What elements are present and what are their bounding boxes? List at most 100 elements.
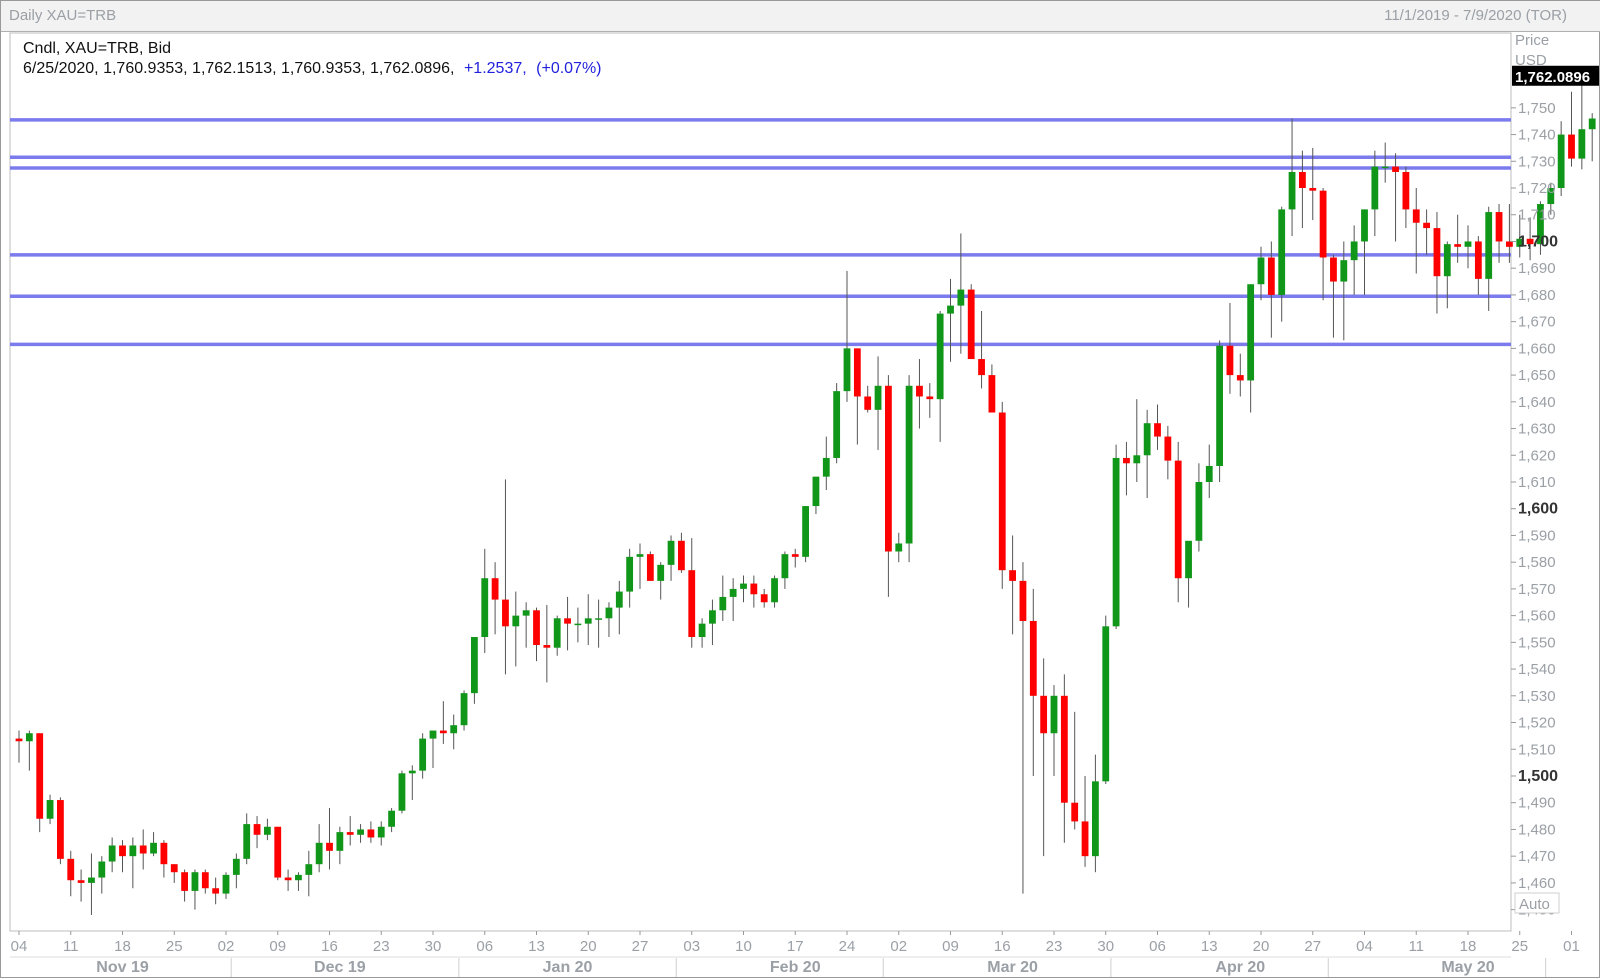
- candle-body-up: [1133, 455, 1141, 464]
- candle-body-up: [522, 610, 530, 616]
- candle-body-down: [1081, 821, 1089, 857]
- candle-body-up: [108, 845, 116, 862]
- axis-header-price: Price: [1515, 32, 1549, 49]
- candle-body-up: [1216, 345, 1223, 466]
- candle-body-up: [88, 877, 95, 883]
- candle: [905, 375, 913, 563]
- y-tick-label: 1,600: [1518, 501, 1558, 518]
- candle: [57, 797, 64, 865]
- candle-body-up: [584, 618, 592, 624]
- x-day-label: 09: [942, 938, 959, 955]
- candle-body-down: [284, 877, 292, 881]
- candle-body-down: [491, 578, 499, 600]
- candle-body-up: [833, 391, 841, 458]
- x-day-label: 25: [1511, 938, 1528, 955]
- x-month-label: Mar 20: [987, 959, 1038, 976]
- candle-body-up: [295, 874, 302, 881]
- auto-scale-button[interactable]: Auto: [1514, 892, 1560, 914]
- y-tick-label: 1,750: [1518, 100, 1556, 117]
- x-day-label: 23: [373, 938, 390, 955]
- candle-body-up: [1371, 166, 1379, 210]
- y-tick-label: 1,670: [1518, 314, 1556, 331]
- candle-body-down: [1412, 209, 1420, 223]
- candle-body-up: [1588, 118, 1596, 130]
- candle-body-down: [367, 829, 375, 838]
- candle-body-up: [1278, 209, 1286, 295]
- candle-body-down: [1299, 171, 1306, 189]
- candle-body-up: [1340, 260, 1348, 282]
- candle-body-up: [408, 770, 416, 774]
- candle: [398, 770, 406, 814]
- candle-body-up: [1350, 241, 1358, 261]
- candle-body-up: [450, 725, 458, 734]
- last-price-tag: 1,762.0896: [1512, 65, 1599, 86]
- candle-body-down: [1433, 228, 1441, 277]
- chart-window: Daily XAU=TRB 11/1/2019 - 7/9/2020 (TOR)…: [0, 0, 1600, 978]
- candle-body-up: [740, 583, 747, 589]
- candle-body-down: [646, 554, 654, 581]
- x-day-label: 18: [114, 938, 131, 955]
- candle: [1578, 73, 1586, 170]
- candle-body-down: [119, 845, 126, 857]
- candle-body-down: [1454, 244, 1462, 247]
- candle-body-up: [129, 845, 137, 857]
- candle-body-up: [947, 305, 954, 314]
- candle-body-up: [719, 596, 727, 611]
- candle-body-up: [1443, 244, 1451, 277]
- candle-body-up: [698, 623, 706, 638]
- x-month-label: Nov 19: [96, 959, 149, 976]
- y-tick-label: 1,680: [1518, 287, 1556, 304]
- candle-body-up: [1185, 540, 1192, 579]
- y-tick-label: 1,510: [1518, 741, 1556, 758]
- x-day-label: 24: [839, 938, 856, 955]
- candle-body-up: [357, 829, 364, 835]
- candle-body-down: [750, 583, 758, 595]
- candle-body-down: [678, 540, 685, 571]
- x-day-label: 16: [994, 938, 1011, 955]
- candle-body-up: [1464, 241, 1472, 247]
- last-price-label: 1,762.0896: [1515, 69, 1590, 86]
- candle: [1174, 441, 1182, 603]
- candle: [833, 383, 841, 464]
- candle-body-down: [1236, 375, 1244, 381]
- x-day-label: 13: [1201, 938, 1218, 955]
- time-axis: 04 11 18 25 02 09 16 23 30 06 13 20 27 03 10 17 24 02 09 16…: [10, 931, 1580, 977]
- candle-body-down: [1174, 460, 1182, 579]
- candle-body-up: [481, 578, 489, 638]
- candle-body-down: [201, 872, 209, 889]
- x-day-label: 30: [425, 938, 442, 955]
- candle: [1568, 91, 1575, 167]
- candle-body-down: [1123, 457, 1130, 464]
- x-month-label: Dec 19: [314, 959, 366, 976]
- candle-body-down: [885, 385, 892, 552]
- candle-body-down: [1154, 423, 1161, 437]
- title-bar: Daily XAU=TRB 11/1/2019 - 7/9/2020 (TOR): [1, 1, 1600, 32]
- candle-body-down: [181, 872, 188, 891]
- candle-body-up: [191, 872, 199, 891]
- candlestick-chart[interactable]: 1,4501,4601,4701,4801,4901,5001,5101,520…: [1, 31, 1599, 977]
- candle-body-up: [895, 543, 903, 552]
- candle-body-down: [1330, 257, 1337, 282]
- x-day-label: 23: [1046, 938, 1063, 955]
- candle-body-down: [502, 599, 509, 627]
- candle-body-up: [1485, 212, 1493, 279]
- candle-body-up: [636, 554, 644, 557]
- candle-body-down: [439, 730, 447, 734]
- x-day-label: 27: [1304, 938, 1321, 955]
- y-tick-label: 1,490: [1518, 795, 1556, 812]
- candle-body-up: [1557, 134, 1565, 189]
- candle-body-up: [222, 874, 230, 894]
- candle-body-up: [1247, 284, 1255, 381]
- candle-body-down: [1568, 134, 1575, 159]
- candle-body-up: [336, 832, 344, 851]
- candle-body-up: [574, 623, 582, 626]
- x-day-label: 09: [269, 938, 286, 955]
- x-day-label: 11: [1408, 938, 1424, 955]
- candle-body-up: [615, 591, 623, 608]
- candle-body-up: [46, 800, 54, 819]
- auto-scale-label[interactable]: Auto: [1519, 896, 1550, 913]
- candle-body-down: [1040, 695, 1048, 734]
- candle-body-down: [688, 570, 696, 638]
- candle-body-up: [1102, 626, 1110, 782]
- candle-body-up: [1257, 257, 1265, 285]
